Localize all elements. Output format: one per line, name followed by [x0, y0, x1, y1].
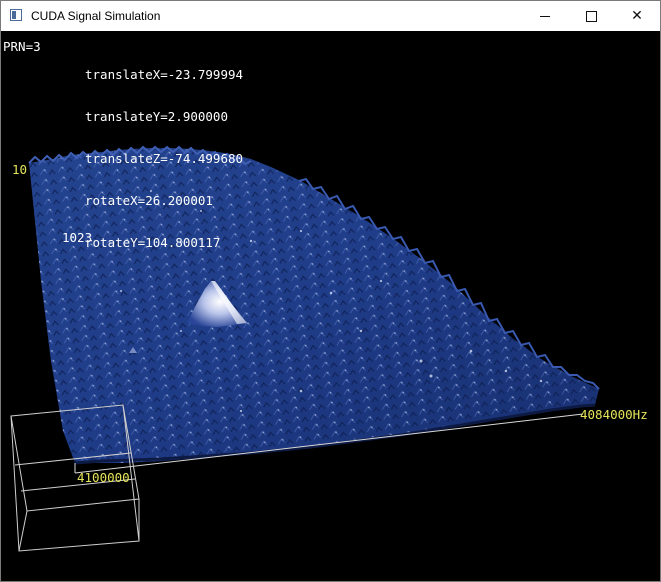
- app-icon: [10, 9, 22, 21]
- axis-label-freq-bottom: 4100000: [77, 470, 130, 485]
- rotate-x-readout: rotateX=26.200001: [85, 193, 213, 208]
- gl-viewport[interactable]: PRN=3 translateX=-23.799994 translateY=2…: [1, 31, 660, 581]
- maximize-icon: [585, 10, 597, 22]
- close-icon: ✕: [631, 8, 643, 24]
- minimize-button[interactable]: [522, 1, 568, 31]
- axis-label-freq-right: 4084000Hz: [580, 407, 648, 422]
- maximize-button[interactable]: [568, 1, 614, 31]
- translate-y-readout: translateY=2.900000: [85, 109, 228, 124]
- title-bar[interactable]: CUDA Signal Simulation ✕: [1, 1, 660, 31]
- translate-x-readout: translateX=-23.799994: [85, 67, 244, 82]
- close-button[interactable]: ✕: [614, 1, 660, 31]
- rotate-y-readout: rotateY=104.800117: [85, 235, 221, 250]
- translate-z-readout: translateZ=-74.499680: [85, 151, 244, 166]
- minimize-icon: [540, 15, 550, 17]
- window-title: CUDA Signal Simulation: [31, 9, 161, 23]
- camera-params: translateX=-23.799994 translateY=2.90000…: [85, 40, 243, 278]
- axis-label-corner: 10: [12, 162, 28, 177]
- app-window: CUDA Signal Simulation ✕ PRN=3 translate…: [0, 0, 661, 582]
- prn-readout: PRN=3: [3, 39, 41, 54]
- axis-label-code-max: 1023: [62, 230, 93, 245]
